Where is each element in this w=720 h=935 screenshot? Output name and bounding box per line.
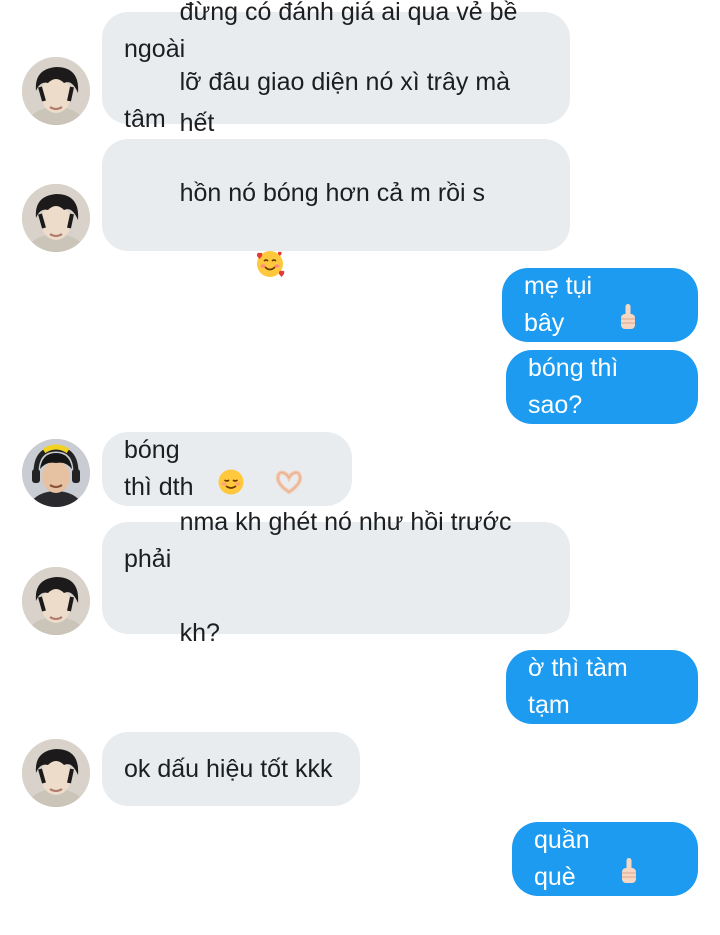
message-row: nma kh ghét nó như hồi trước phải kh?: [0, 508, 720, 647]
message-text: ờ thì tàm tạm: [528, 654, 635, 719]
chat-thread: đừng có đánh giá ai qua vẻ bề ngoài hết …: [0, 0, 720, 904]
avatar[interactable]: [22, 439, 90, 507]
message-row: ờ thì tàm tạm: [0, 650, 720, 724]
message-bubble[interactable]: ờ thì tàm tạm: [506, 650, 698, 724]
message-bubble[interactable]: nma kh ghét nó như hồi trước phải kh?: [102, 508, 570, 647]
message-text: bóng thì sao?: [528, 354, 626, 419]
message-text: lỡ đâu giao diện nó xì trây mà tâm: [124, 67, 517, 133]
message-bubble[interactable]: bóng thì sao?: [506, 350, 698, 424]
message-row: quần què: [0, 822, 720, 896]
message-row: lỡ đâu giao diện nó xì trây mà tâm hồn n…: [0, 68, 720, 277]
message-text: mẹ tụi bây: [524, 272, 600, 337]
message-text: quần què: [534, 826, 597, 891]
message-row: bóng thì sao?: [0, 350, 720, 424]
message-bubble[interactable]: mẹ tụi bây: [502, 268, 698, 342]
message-bubble[interactable]: quần què: [512, 822, 698, 896]
message-text: hồn nó bóng hơn cả m rồi s: [179, 178, 486, 207]
message-row: ok dấu hiệu tốt kkk: [0, 732, 720, 807]
message-text: kh?: [179, 619, 220, 647]
avatar[interactable]: [22, 57, 90, 125]
message-bubble[interactable]: ok dấu hiệu tốt kkk: [102, 732, 360, 806]
avatar[interactable]: [22, 739, 90, 807]
avatar[interactable]: [22, 567, 90, 635]
message-row: mẹ tụi bây: [0, 268, 720, 342]
avatar[interactable]: [22, 184, 90, 252]
message-bubble[interactable]: lỡ đâu giao diện nó xì trây mà tâm hồn n…: [102, 68, 570, 277]
message-text: ok dấu hiệu tốt kkk: [124, 754, 333, 783]
middle-finger-icon: [618, 783, 676, 935]
message-text: nma kh ghét nó như hồi trước phải: [124, 508, 519, 573]
